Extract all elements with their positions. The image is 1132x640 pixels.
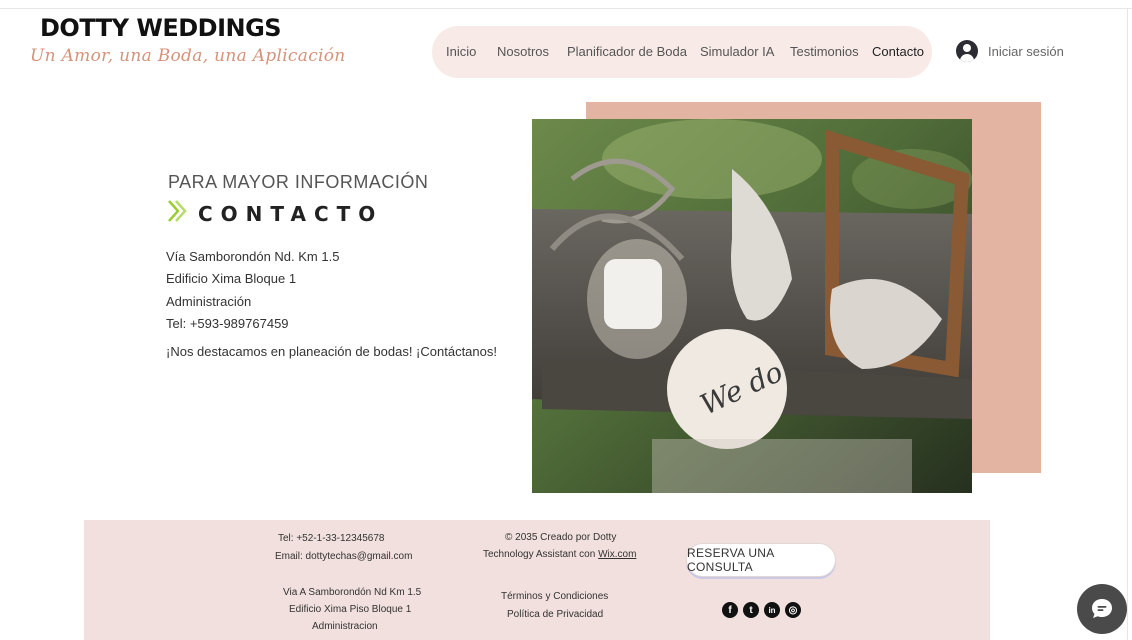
contact-building-line: Edificio Xima Bloque 1 xyxy=(166,271,297,286)
footer-address-line: Via A Samborondón Nd Km 1.5 xyxy=(283,587,422,598)
contact-pretitle: PARA MAYOR INFORMACIÓN xyxy=(168,172,429,192)
nav-item-inicio[interactable]: Inicio xyxy=(446,44,476,59)
nav-item-nosotros[interactable]: Nosotros xyxy=(497,44,549,59)
user-avatar-icon xyxy=(956,40,978,62)
login-button[interactable]: Iniciar sesión xyxy=(956,38,1064,64)
chat-bubble-icon xyxy=(1092,599,1112,618)
frame-top-border xyxy=(0,8,1132,9)
chevron-right-icon xyxy=(168,200,187,222)
footer-office-line: Administracion xyxy=(312,621,378,632)
contact-tagline: ¡Nos destacamos en planeación de bodas! … xyxy=(166,344,497,359)
contact-phone-line: Tel: +593-989767459 xyxy=(166,316,289,331)
footer-credit: Technology Assistant con Wix.com xyxy=(483,549,636,560)
linkedin-icon[interactable]: in xyxy=(764,602,780,618)
contact-address-line: Vía Samborondón Nd. Km 1.5 xyxy=(166,249,340,264)
nav-item-simulador[interactable]: Simulador IA xyxy=(700,44,774,59)
nav-item-planificador[interactable]: Planificador de Boda xyxy=(567,44,687,59)
footer-copyright: © 2035 Creado por Dotty xyxy=(505,532,617,543)
contact-title: CONTACTO xyxy=(198,202,384,226)
terms-link[interactable]: Términos y Condiciones xyxy=(501,591,608,602)
twitter-icon[interactable]: t xyxy=(743,602,759,618)
brand-title[interactable]: DOTTY WEDDINGS xyxy=(40,14,282,42)
privacy-link[interactable]: Política de Privacidad xyxy=(507,609,603,620)
chat-button[interactable] xyxy=(1077,584,1127,634)
wix-link[interactable]: Wix.com xyxy=(598,549,636,560)
facebook-icon[interactable]: f xyxy=(722,602,738,618)
footer-phone: Tel: +52-1-33-12345678 xyxy=(278,533,385,544)
wedding-decor-photo: We do xyxy=(532,119,972,493)
frame-right-border xyxy=(1127,8,1128,640)
nav-item-testimonios[interactable]: Testimonios xyxy=(790,44,859,59)
contact-office-line: Administración xyxy=(166,294,252,309)
login-label: Iniciar sesión xyxy=(988,43,1064,59)
instagram-icon[interactable]: ◎ xyxy=(785,602,801,618)
nav-item-contacto[interactable]: Contacto xyxy=(872,44,924,59)
footer-credit-prefix: Technology Assistant con xyxy=(483,549,599,560)
brand-tagline: Un Amor, una Boda, una Aplicación xyxy=(30,46,346,66)
footer-building-line: Edificio Xima Piso Bloque 1 xyxy=(289,604,412,615)
footer-email[interactable]: Email: dottytechas@gmail.com xyxy=(275,551,412,562)
reserve-consultation-button[interactable]: RESERVA UNA CONSULTA xyxy=(686,543,836,577)
